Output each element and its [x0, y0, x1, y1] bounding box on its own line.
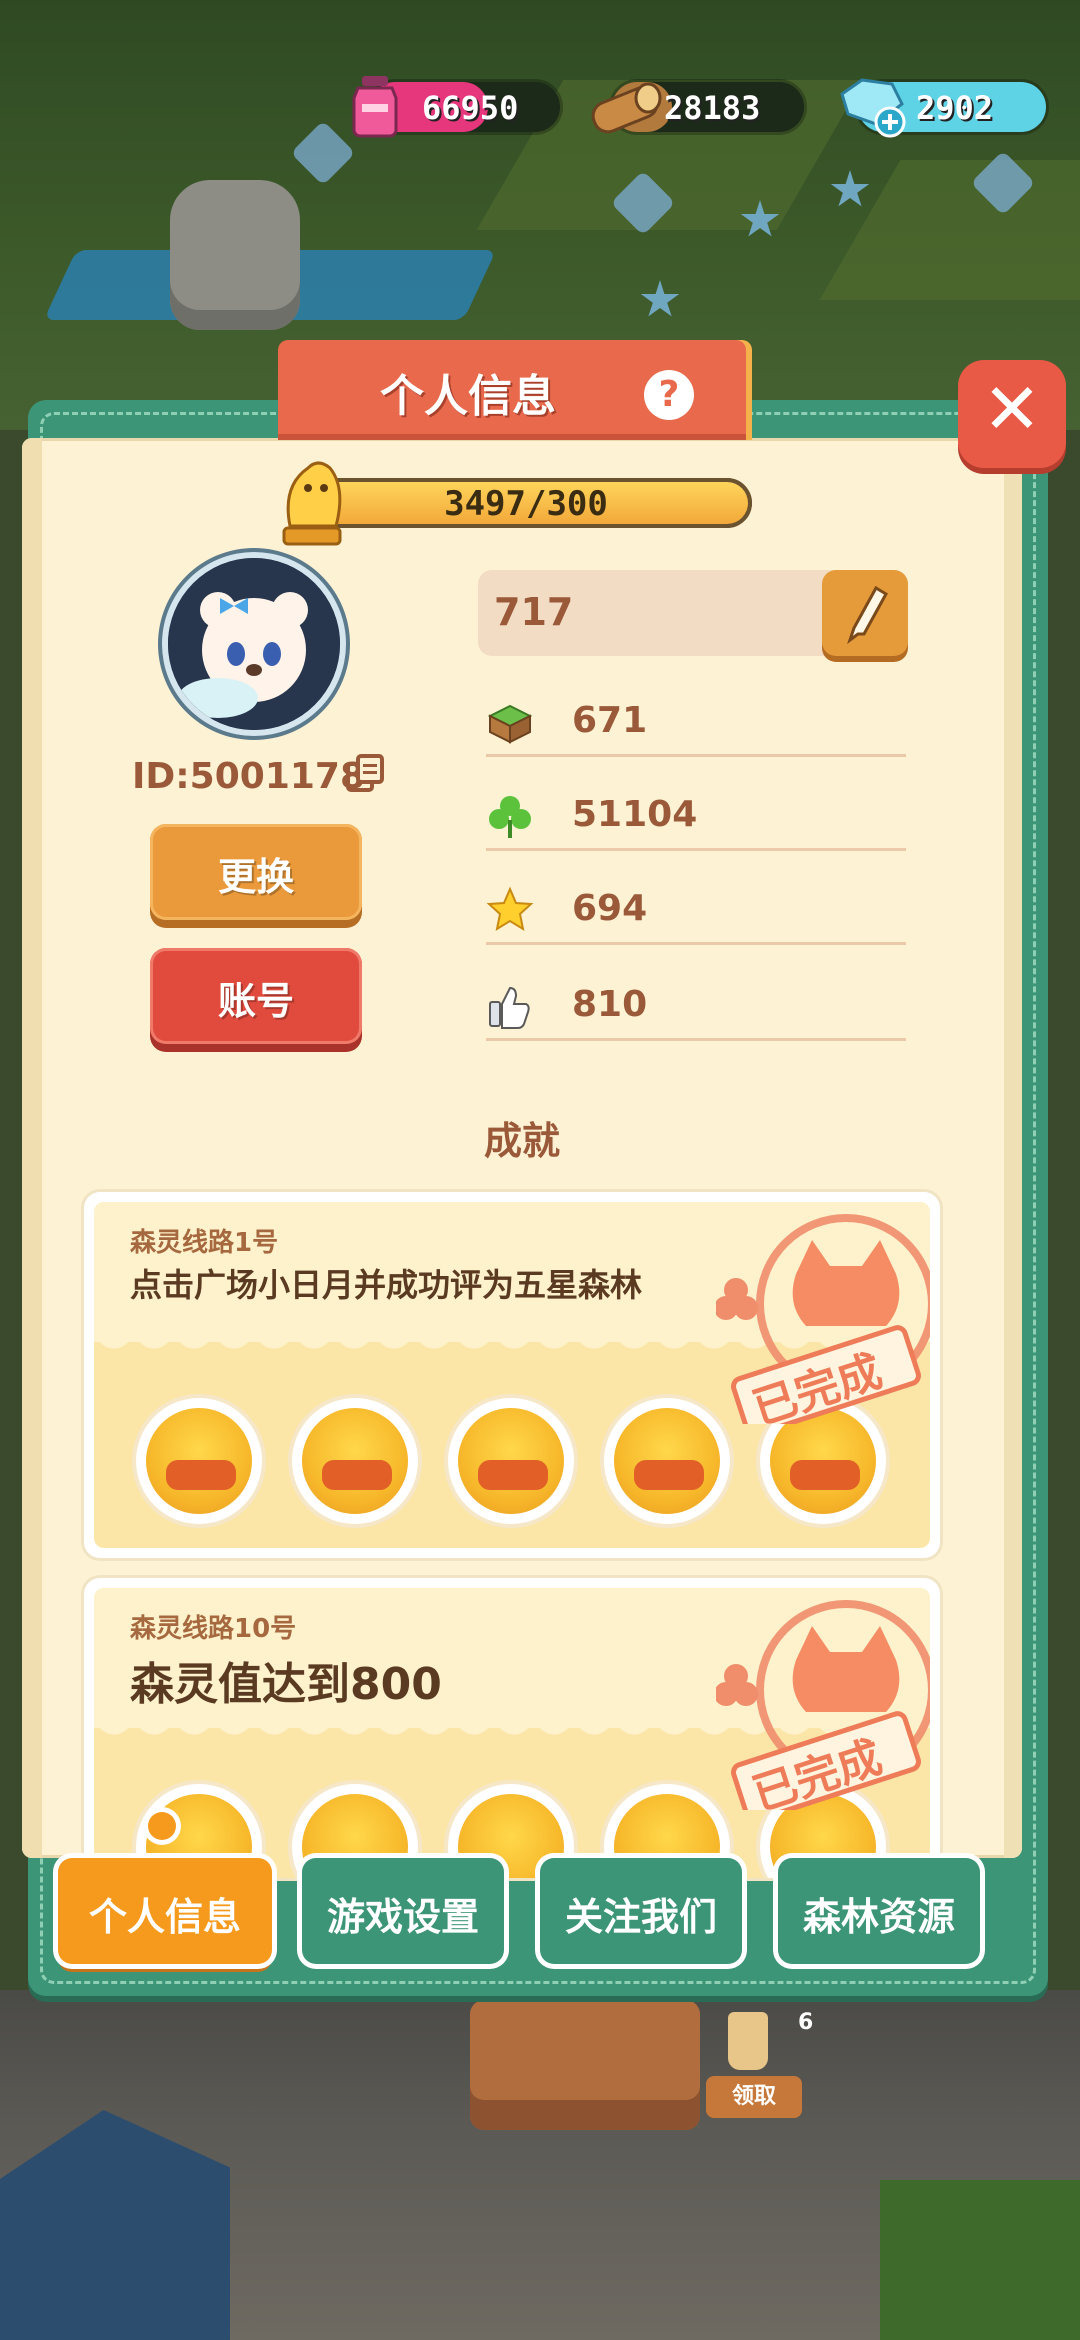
duck-medal-icon	[448, 1398, 574, 1524]
duck-medal-icon	[604, 1398, 730, 1524]
stat-row-clover: 51104	[486, 778, 906, 851]
pencil-icon	[847, 585, 889, 645]
panel-title: 个人信息	[380, 371, 556, 422]
tab-forest-resources[interactable]: 森林资源	[778, 1858, 980, 1964]
help-button[interactable]: ?	[644, 370, 694, 420]
experience-bar: 3497/300	[300, 478, 752, 528]
grass-block-icon	[486, 698, 534, 746]
trophy-icon	[270, 448, 354, 548]
close-button[interactable]: ✕	[958, 360, 1066, 468]
tab-follow-us[interactable]: 关注我们	[540, 1858, 742, 1964]
tab-label: 关注我们	[564, 1895, 717, 1939]
change-avatar-label: 更换	[217, 855, 294, 899]
completed-stamp: 已完成	[716, 1590, 930, 1821]
close-icon: ✕	[982, 368, 1042, 450]
stat-value: 51104	[572, 794, 698, 835]
drink-cup	[728, 2012, 768, 2070]
stat-value: 671	[572, 700, 648, 741]
panel-title-tab: 个人信息 ?	[278, 340, 746, 440]
fountain	[170, 180, 300, 330]
thumbs-up-icon	[486, 982, 534, 1030]
duck-medal-icon	[292, 1398, 418, 1524]
grass-patch	[880, 2180, 1080, 2340]
potion-amount: 66950	[422, 89, 519, 127]
wood-log-icon	[588, 80, 666, 134]
stat-value: 810	[572, 984, 648, 1025]
account-button[interactable]: 账号	[150, 948, 362, 1044]
tab-label: 个人信息	[88, 1895, 241, 1939]
wood-amount: 28183	[664, 89, 761, 127]
stat-row-star: 694	[486, 872, 906, 945]
tab-settings[interactable]: 游戏设置	[302, 1858, 504, 1964]
avatar[interactable]	[168, 558, 340, 730]
copy-icon[interactable]	[344, 752, 386, 794]
active-tab-indicator	[148, 1812, 176, 1840]
claim-button[interactable]: 领取	[706, 2076, 802, 2118]
gem-amount: 2902	[916, 89, 994, 127]
food-truck	[470, 2000, 700, 2130]
tab-profile[interactable]: 个人信息	[58, 1858, 272, 1964]
potion-jar-icon	[350, 74, 400, 138]
account-label: 账号	[217, 979, 294, 1023]
achievement-label: 森灵线路10号	[130, 1614, 297, 1644]
tab-label: 森林资源	[802, 1895, 955, 1939]
tab-label: 游戏设置	[326, 1895, 479, 1939]
stat-value: 694	[572, 888, 648, 929]
stat-row-grass: 671	[486, 684, 906, 757]
achievement-label: 森灵线路1号	[130, 1228, 279, 1258]
clover-icon	[486, 792, 534, 840]
completed-stamp: 已完成	[716, 1204, 930, 1435]
user-id: ID:5001178	[132, 756, 366, 797]
nickname: 717	[494, 590, 574, 634]
gem-add-icon[interactable]	[832, 74, 908, 140]
achievement-card[interactable]: 森灵线路1号 点击广场小日月并成功评为五星森林 已完成	[84, 1192, 940, 1558]
stat-row-likes: 810	[486, 968, 906, 1041]
achievements-title: 成就	[483, 1119, 560, 1163]
achievement-description: 点击广场小日月并成功评为五星森林	[130, 1266, 643, 1304]
change-avatar-button[interactable]: 更换	[150, 824, 362, 920]
experience-text: 3497/300	[444, 484, 608, 524]
edit-nickname-button[interactable]	[822, 570, 908, 656]
achievement-description: 森灵值达到800	[130, 1659, 442, 1710]
duck-medal-icon	[136, 1398, 262, 1524]
achievement-card[interactable]: 森灵线路10号 森灵值达到800 已完成	[84, 1578, 940, 1878]
cup-count: 6	[798, 2010, 814, 2035]
star-icon	[486, 886, 534, 934]
